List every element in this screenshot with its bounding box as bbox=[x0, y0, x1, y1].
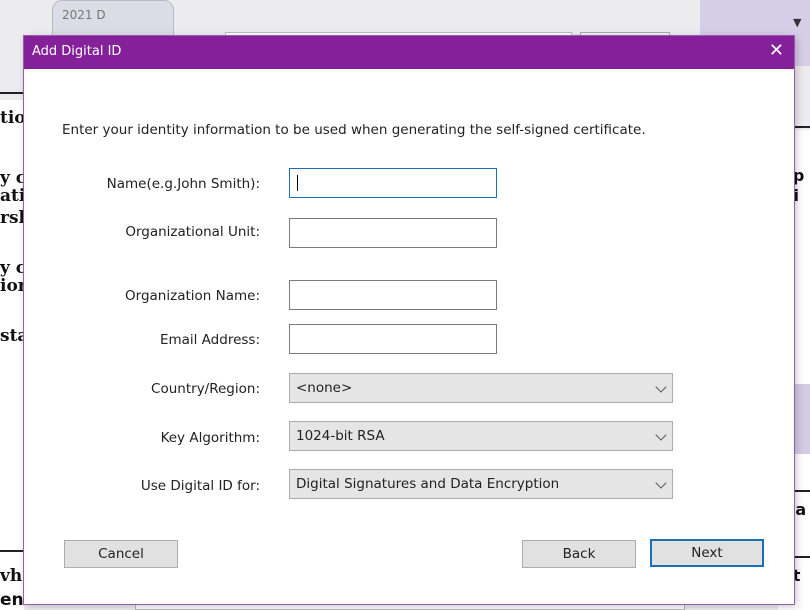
back-button[interactable]: Back bbox=[522, 540, 636, 568]
use-digital-id-value: Digital Signatures and Data Encryption bbox=[296, 476, 560, 492]
country-region-value: <none> bbox=[296, 380, 353, 396]
background-text: ior bbox=[0, 276, 27, 296]
dropdown-arrow-icon: ▼ bbox=[793, 16, 802, 29]
text-caret bbox=[297, 175, 298, 191]
name-label: Name(e.g.John Smith): bbox=[106, 176, 260, 192]
next-button[interactable]: Next bbox=[650, 539, 764, 567]
background-text: vh bbox=[0, 566, 23, 586]
organization-name-field[interactable] bbox=[289, 280, 497, 310]
use-digital-id-label: Use Digital ID for: bbox=[140, 478, 260, 494]
background-text: tio bbox=[0, 108, 26, 128]
use-digital-id-select[interactable]: Digital Signatures and Data Encryption bbox=[289, 469, 673, 499]
cancel-button[interactable]: Cancel bbox=[64, 540, 178, 568]
background-text: y c bbox=[0, 258, 27, 278]
organizational-unit-field[interactable] bbox=[289, 218, 497, 248]
name-field[interactable] bbox=[289, 168, 497, 198]
key-algorithm-label: Key Algorithm: bbox=[160, 430, 260, 446]
key-algorithm-value: 1024-bit RSA bbox=[296, 428, 385, 444]
intro-text: Enter your identity information to be us… bbox=[62, 122, 646, 138]
email-label: Email Address: bbox=[159, 332, 260, 348]
chevron-down-icon bbox=[655, 381, 667, 393]
organization-name-label: Organization Name: bbox=[125, 288, 260, 304]
divider bbox=[0, 550, 24, 552]
key-algorithm-select[interactable]: 1024-bit RSA bbox=[289, 421, 673, 451]
chevron-down-icon bbox=[655, 477, 667, 489]
close-icon[interactable]: ✕ bbox=[769, 40, 784, 61]
add-digital-id-dialog: Add Digital ID ✕ Enter your identity inf… bbox=[24, 36, 794, 604]
country-region-label: Country/Region: bbox=[151, 381, 260, 397]
divider bbox=[0, 92, 24, 94]
background-tab-label: 2021 D bbox=[62, 8, 106, 22]
country-region-select[interactable]: <none> bbox=[289, 373, 673, 403]
background-text: y c bbox=[0, 168, 27, 188]
email-field[interactable] bbox=[289, 324, 497, 354]
dialog-titlebar[interactable]: Add Digital ID ✕ bbox=[24, 36, 794, 69]
background-text: ati bbox=[0, 186, 26, 206]
organizational-unit-label: Organizational Unit: bbox=[125, 224, 260, 240]
dialog-title: Add Digital ID bbox=[32, 44, 122, 59]
chevron-down-icon bbox=[655, 429, 667, 441]
